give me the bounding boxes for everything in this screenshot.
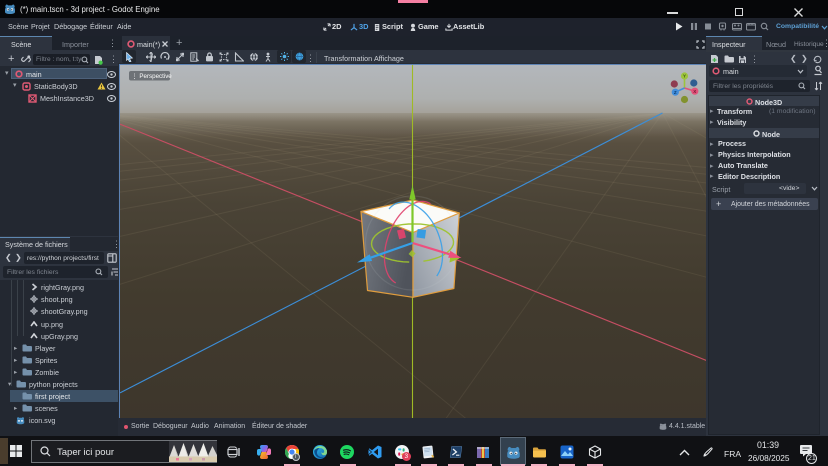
svg-text:X: X	[693, 88, 696, 93]
svg-text:Y: Y	[682, 73, 685, 78]
svg-text:⋮ Perspective: ⋮ Perspective	[131, 73, 172, 80]
svg-text:Z: Z	[673, 89, 676, 94]
